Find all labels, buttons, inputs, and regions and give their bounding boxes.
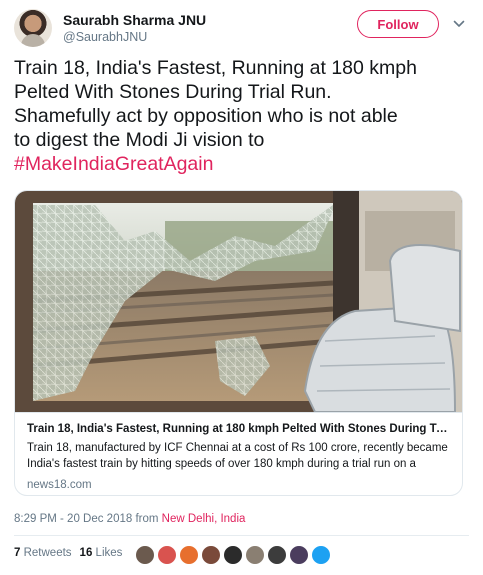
liker-avatar[interactable] [201, 545, 221, 565]
retweets-stat[interactable]: 7 Retweets [14, 547, 72, 559]
card-domain: news18.com [27, 479, 92, 491]
liker-avatar[interactable] [179, 545, 199, 565]
card-body: Train 18, India's Fastest, Running at 18… [15, 412, 462, 495]
tweet-meta: 8:29 PM - 20 Dec 2018 from New Delhi, In… [14, 513, 245, 525]
card-title[interactable]: Train 18, India's Fastest, Running at 18… [27, 421, 452, 437]
liker-avatar[interactable] [267, 545, 287, 565]
divider [14, 535, 469, 536]
tweet-text: Train 18, India's Fastest, Running at 18… [14, 56, 472, 176]
likes-count: 16 [79, 547, 93, 559]
tweet-line: Pelted With Stones During Trial Run. [14, 81, 332, 103]
likes-label: Likes [95, 547, 123, 559]
author-name[interactable]: Saurabh Sharma JNU [63, 12, 206, 28]
liker-avatar[interactable] [135, 545, 155, 565]
tweet-line: to digest the Modi Ji vision to [14, 129, 265, 151]
follow-button[interactable]: Follow [357, 10, 439, 38]
liker-avatar[interactable] [223, 545, 243, 565]
location-link[interactable]: New Delhi, India [162, 513, 246, 525]
likes-stat[interactable]: 16 Likes [80, 547, 123, 559]
tweet-stats: 7 Retweets 16 Likes [14, 547, 122, 559]
liker-avatar[interactable] [157, 545, 177, 565]
liker-avatar[interactable] [245, 545, 265, 565]
from-label: from [135, 513, 159, 525]
link-card[interactable]: Train 18, India's Fastest, Running at 18… [14, 190, 463, 496]
tweet-header: Saurabh Sharma JNU @SaurabhJNU Follow [14, 9, 469, 49]
card-image [15, 191, 462, 412]
retweets-count: 7 [14, 547, 21, 559]
chevron-down-icon[interactable] [453, 18, 465, 30]
author-handle[interactable]: @SaurabhJNU [63, 30, 147, 44]
card-description: Train 18, manufactured by ICF Chennai at… [27, 442, 448, 470]
author-avatar[interactable] [14, 9, 52, 47]
liker-avatar[interactable] [311, 545, 331, 565]
tweet-line: Shamefully act by opposition who is not … [14, 105, 398, 127]
tweet-line: Train 18, India's Fastest, Running at 18… [14, 57, 417, 79]
retweets-label: Retweets [23, 547, 72, 559]
hashtag-link[interactable]: #MakeIndiaGreatAgain [14, 152, 472, 176]
liker-avatar[interactable] [289, 545, 309, 565]
tweet-timestamp[interactable]: 8:29 PM - 20 Dec 2018 [14, 513, 132, 525]
